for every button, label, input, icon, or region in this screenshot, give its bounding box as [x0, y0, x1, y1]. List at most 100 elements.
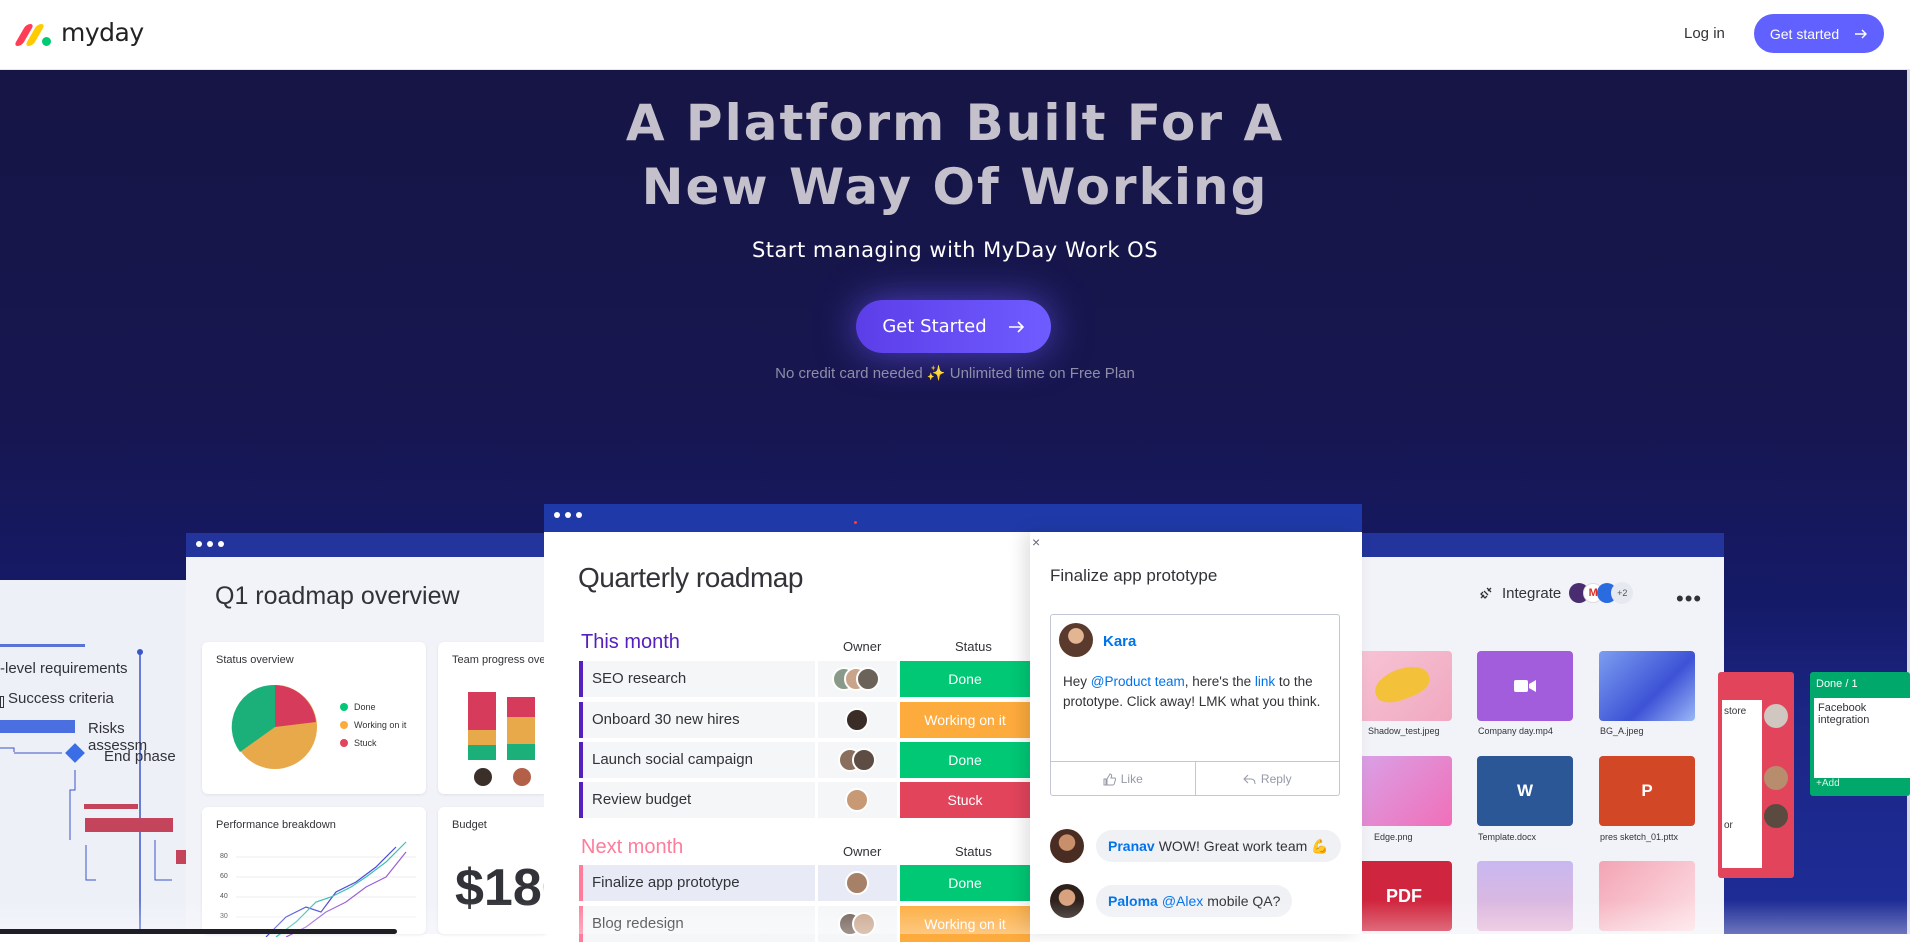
- integrate-button[interactable]: Integrate M +2: [1478, 582, 1634, 604]
- plug-icon: [1480, 587, 1492, 599]
- card-title: Budget: [452, 819, 487, 831]
- column-header-status: Status: [955, 639, 992, 654]
- comment-author[interactable]: Kara: [1103, 633, 1136, 650]
- mention-link[interactable]: @Product team: [1091, 674, 1185, 689]
- header-get-started-button[interactable]: Get started: [1754, 14, 1884, 53]
- hero-title-line-2: New Way Of Working: [641, 158, 1269, 216]
- group-title-next-month[interactable]: Next month: [581, 836, 683, 859]
- status-cell[interactable]: Done: [900, 742, 1030, 778]
- avatar: [513, 768, 531, 786]
- thumbs-up-icon: [1103, 772, 1116, 785]
- owner-cell[interactable]: [818, 782, 897, 818]
- avatar: [845, 871, 869, 895]
- y-tick: 60: [220, 873, 228, 880]
- legend-done: Done: [340, 702, 376, 712]
- owner-cell[interactable]: [818, 702, 897, 738]
- logo-text: myday: [61, 18, 144, 47]
- reply-author[interactable]: Pranav: [1108, 838, 1155, 854]
- integration-icons: M +2: [1569, 582, 1634, 604]
- group-title-this-month[interactable]: This month: [581, 631, 680, 654]
- file-thumbnail[interactable]: [1356, 756, 1452, 826]
- avatar: [1764, 804, 1788, 828]
- kanban-header: Done / 1: [1816, 678, 1858, 690]
- status-cell[interactable]: Working on it: [900, 702, 1030, 738]
- column-header-owner: Owner: [843, 844, 882, 859]
- avatar: [856, 667, 880, 691]
- logo[interactable]: myday: [13, 18, 144, 47]
- file-name: Edge.png: [1374, 832, 1413, 842]
- table-row[interactable]: Onboard 30 new hires Working on it: [579, 702, 1030, 738]
- table-row[interactable]: SEO research Done: [579, 661, 1030, 697]
- file-thumbnail[interactable]: [1477, 651, 1573, 721]
- header-get-started-label: Get started: [1769, 25, 1840, 42]
- file-name: Shadow_test.jpeg: [1368, 726, 1440, 736]
- status-overview-card[interactable]: Status overview Done Working on it Stuck: [202, 642, 426, 794]
- column-header-status: Status: [955, 844, 992, 859]
- table-row[interactable]: Finalize app prototype Done: [579, 865, 1030, 901]
- item-name[interactable]: Review budget: [579, 782, 815, 818]
- like-button[interactable]: Like: [1051, 762, 1195, 796]
- more-options-icon[interactable]: •••: [1676, 586, 1702, 612]
- front-window-titlebar: [544, 504, 1362, 532]
- tree-item: End phase: [104, 748, 176, 765]
- avatar: [474, 768, 492, 786]
- status-cell[interactable]: Stuck: [900, 782, 1030, 818]
- owner-cell[interactable]: [818, 865, 897, 901]
- avatar: [1050, 829, 1084, 863]
- flexed-biceps-icon: 💪: [1311, 837, 1329, 854]
- status-cell[interactable]: Done: [900, 865, 1030, 901]
- powerpoint-badge: P: [1641, 781, 1653, 800]
- file-thumbnail-powerpoint[interactable]: P: [1599, 756, 1695, 826]
- tree-item: -level requirements: [0, 660, 128, 677]
- login-link[interactable]: Log in: [1684, 25, 1725, 42]
- kanban-text: or: [1724, 820, 1733, 831]
- tree-item: Success criteria: [8, 690, 114, 707]
- column-header-owner: Owner: [843, 639, 882, 654]
- tree-checkbox[interactable]: [0, 696, 4, 708]
- comment-text: Hey @Product team, here's the link to th…: [1063, 674, 1321, 709]
- legend-working: Working on it: [340, 720, 406, 730]
- kanban-card-text: Facebook integration: [1818, 702, 1870, 726]
- banana-image: [1370, 660, 1434, 708]
- avatar: [1059, 623, 1093, 657]
- status-pie-chart: [231, 684, 317, 769]
- legend-stuck: Stuck: [340, 738, 377, 748]
- owner-cell[interactable]: [818, 742, 897, 778]
- video-camera-icon: [1514, 680, 1536, 692]
- y-tick: 80: [220, 853, 228, 860]
- item-name[interactable]: SEO research: [579, 661, 815, 697]
- hero-title-line-1: A Platform Built For A: [625, 94, 1285, 152]
- kanban-column-done: Done / 1 Facebook integration +Add: [1810, 672, 1910, 796]
- kanban-add[interactable]: +Add: [1816, 778, 1840, 789]
- item-name[interactable]: Onboard 30 new hires: [579, 702, 815, 738]
- avatar: [845, 708, 869, 732]
- item-name[interactable]: Launch social campaign: [579, 742, 815, 778]
- file-thumbnail[interactable]: [1356, 651, 1452, 721]
- close-icon[interactable]: ×: [1032, 534, 1040, 550]
- owner-cell[interactable]: [818, 661, 897, 697]
- comment-actions: Like Reply: [1051, 761, 1339, 796]
- hero-get-started-button[interactable]: Get Started: [856, 300, 1051, 353]
- avatar: [1764, 766, 1788, 790]
- hero-subtitle: Start managing with MyDay Work OS: [751, 238, 1159, 262]
- group-color-bar: [579, 865, 583, 901]
- status-cell[interactable]: Done: [900, 661, 1030, 697]
- comment-link[interactable]: link: [1255, 674, 1275, 689]
- logo-mark-icon: [13, 20, 51, 46]
- file-thumbnail-word[interactable]: W: [1477, 756, 1573, 826]
- reply-icon: [1243, 774, 1256, 784]
- indicator-dot: [854, 521, 857, 524]
- integrate-label: Integrate: [1502, 584, 1562, 602]
- kanban-card[interactable]: store or: [1722, 700, 1762, 868]
- file-thumbnail[interactable]: [1599, 651, 1695, 721]
- file-name: Template.docx: [1478, 832, 1537, 842]
- table-row[interactable]: Launch social campaign Done: [579, 742, 1030, 778]
- arrow-right-icon: [1008, 320, 1024, 333]
- kanban-card[interactable]: Facebook integration: [1814, 698, 1910, 778]
- item-name[interactable]: Finalize app prototype: [579, 865, 815, 901]
- reply-text: WOW! Great work team: [1158, 838, 1308, 854]
- team-progress-card[interactable]: Team progress ove: [438, 642, 548, 794]
- table-row[interactable]: Review budget Stuck: [579, 782, 1030, 818]
- reply-button[interactable]: Reply: [1194, 762, 1340, 796]
- group-color-bar: [579, 661, 583, 697]
